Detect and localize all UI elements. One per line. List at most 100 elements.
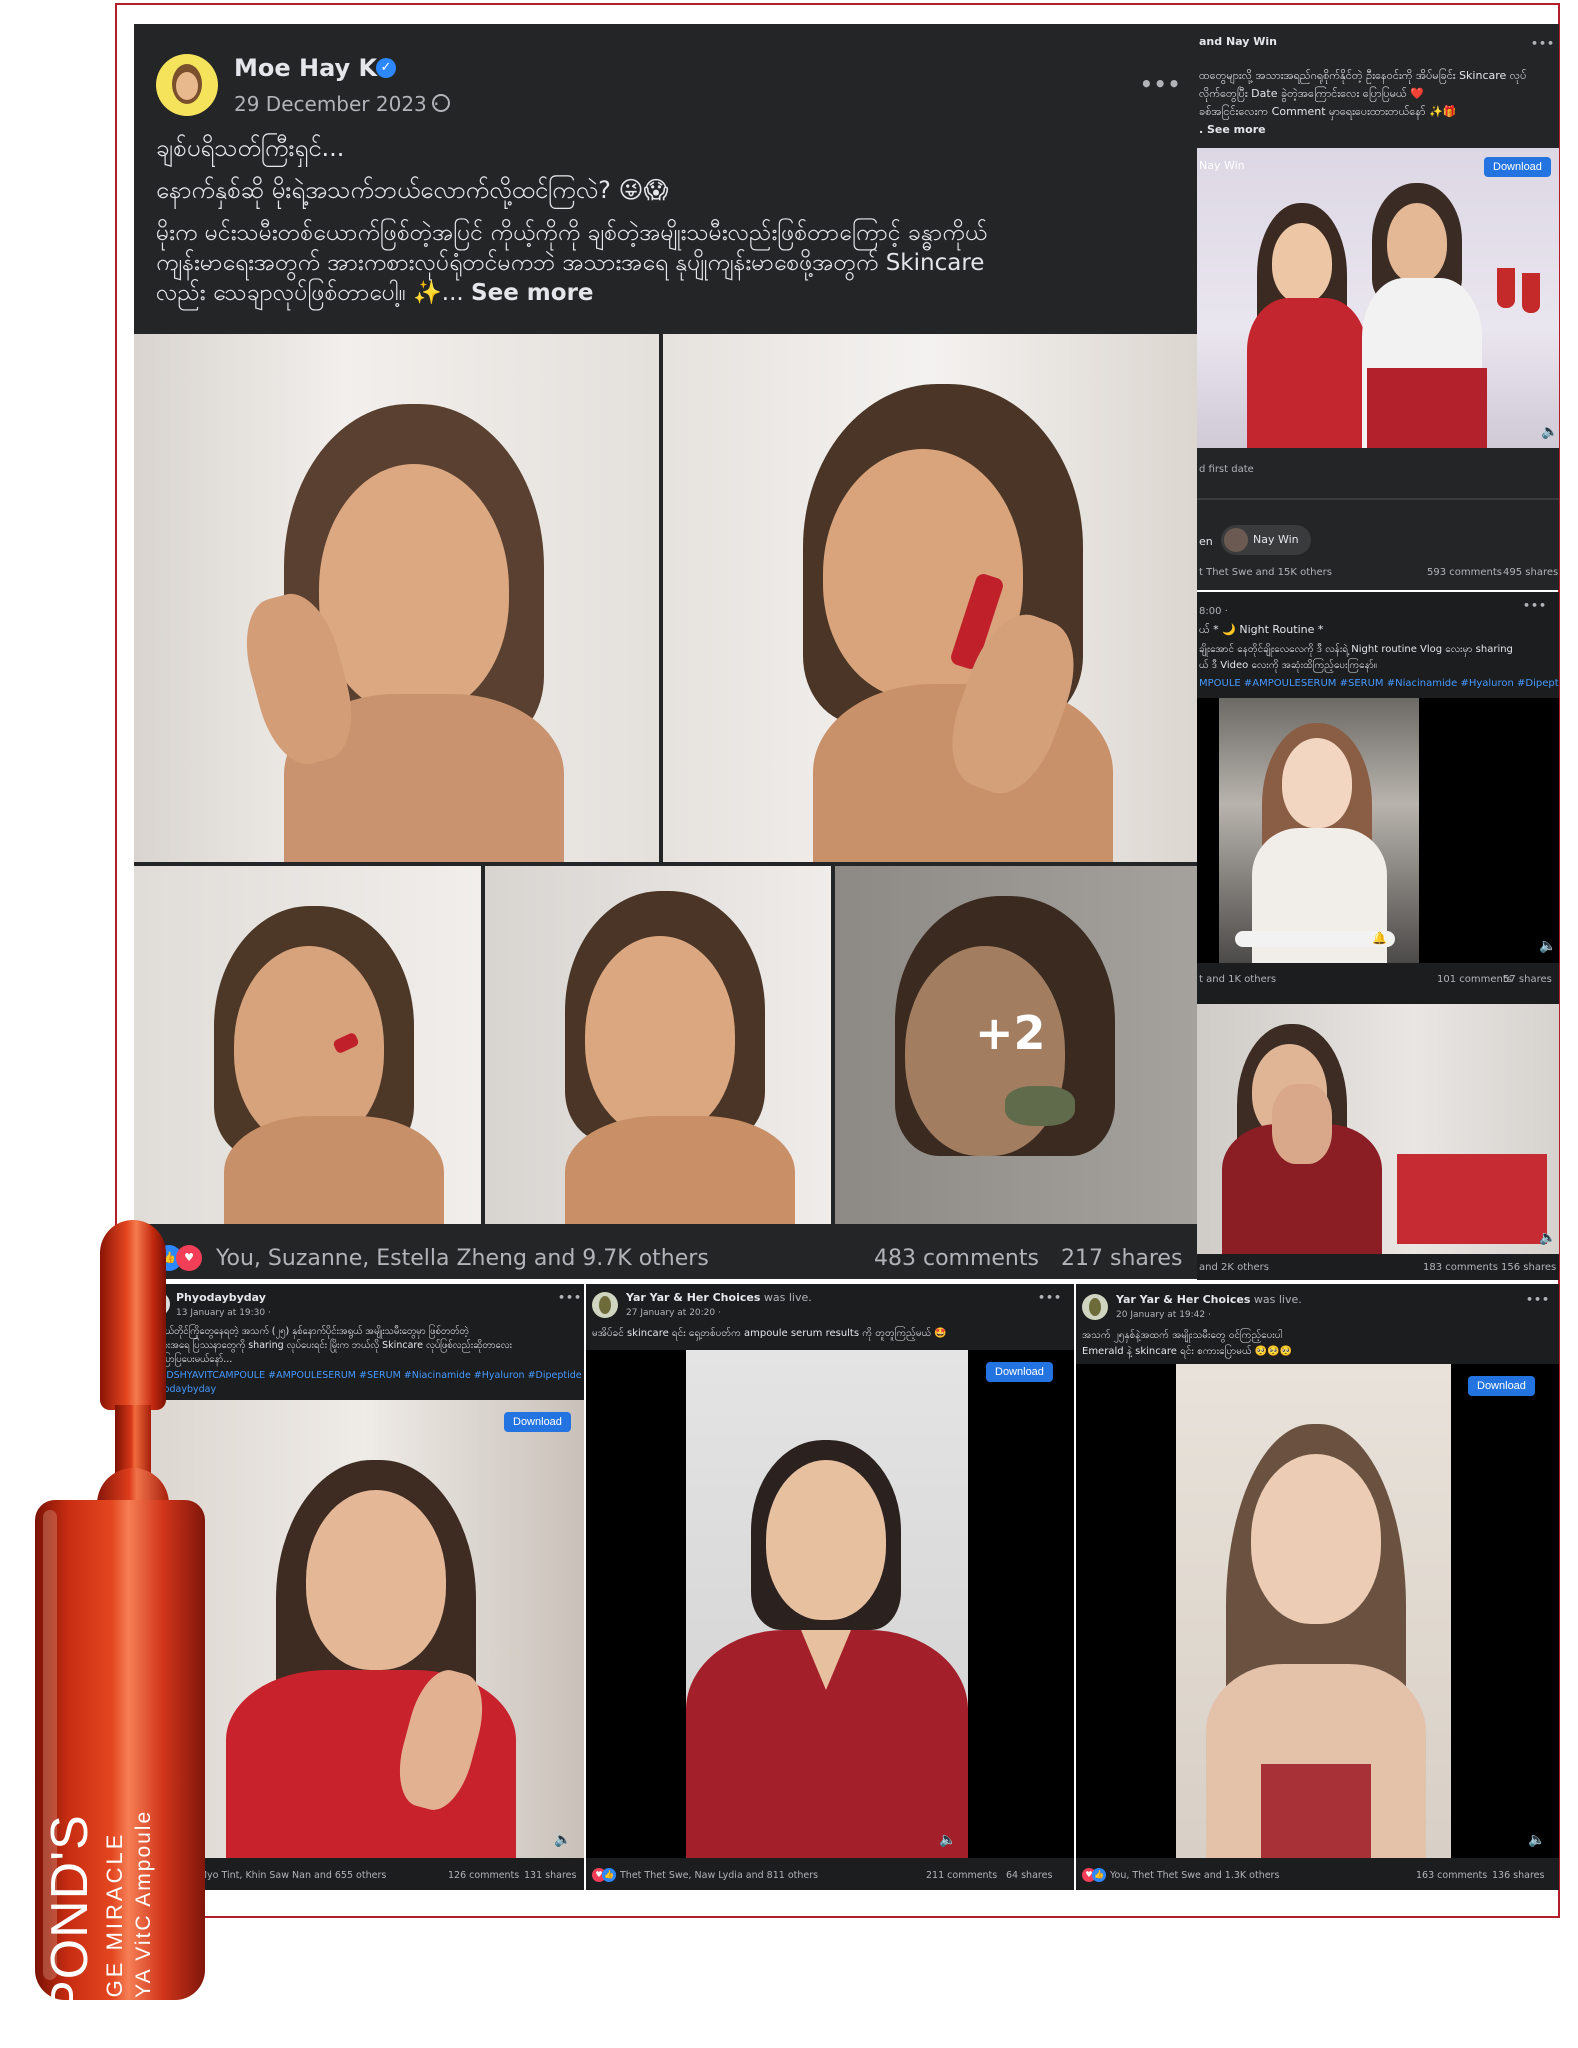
post-text-1: ထတွေများလို့ အသားအရည်ဂရုစိုက်နိုင်တဲ့ ဦး…	[1199, 69, 1527, 82]
download-button[interactable]: Download	[1484, 157, 1551, 177]
photo-5[interactable]: +2	[835, 866, 1197, 1224]
comments-count[interactable]: 483 comments	[874, 1246, 1039, 1271]
mute-icon[interactable]: 🔈	[939, 1832, 956, 1848]
post-text-2: အသားအရေ ပြဿနာတွေကို sharing လုပ်ပေးရင်း …	[146, 1340, 512, 1351]
right-top-reactions: t Thet Swe and 15K others 593 comments 4…	[1197, 556, 1559, 590]
post-text: ချိုးအောင် နေတိုင်ချိုးလေလေကို ဒီ လန်းရဲ…	[1199, 644, 1513, 655]
author-avatar[interactable]	[1082, 1294, 1108, 1320]
photo-1[interactable]	[134, 334, 659, 862]
reaction-summary[interactable]: and 2K others	[1199, 1260, 1269, 1275]
post-text-1: အသက် ၂၅နှစ်နဲ့အထက် အမျိုးသမီးတွေ ဝင်ကြည့…	[1082, 1330, 1283, 1341]
post-menu-button[interactable]: •••	[1531, 36, 1555, 51]
shares-count[interactable]: 136 shares	[1492, 1868, 1544, 1883]
video-caption: d first date	[1199, 464, 1254, 475]
video-thumbnail[interactable]: 🔔 🔈	[1197, 698, 1559, 963]
post-text-line2: နောက်နှစ်ဆို မိုးရဲ့အသက်ဘယ်လောက်လို့ထင်က…	[156, 176, 669, 204]
post-menu-button[interactable]: •••	[558, 1290, 582, 1305]
post-time: 8:00 ·	[1199, 606, 1228, 617]
photo-4[interactable]	[485, 866, 831, 1224]
reaction-summary[interactable]: Thu Myo Tint, Khin Saw Nan and 655 other…	[178, 1868, 386, 1883]
author-name[interactable]: Moe Hay Ko	[234, 54, 393, 82]
mute-icon[interactable]: 🔈	[1539, 1230, 1556, 1246]
product-brand: POND'S	[41, 1814, 99, 2015]
post-c: Yar Yar & Her Choices was live. 20 Janua…	[1076, 1284, 1559, 1890]
shares-count[interactable]: 64 shares	[1006, 1868, 1052, 1883]
post-b: Yar Yar & Her Choices was live. 27 Janua…	[586, 1284, 1074, 1890]
product-ampoule: POND'S AGE MIRACLE HYA VitC Ampoule	[25, 1220, 205, 2020]
tag-name: Nay Win	[1253, 533, 1299, 546]
mute-icon[interactable]: 🔈	[1539, 938, 1556, 954]
author-avatar[interactable]	[156, 54, 218, 116]
more-photos-count[interactable]: +2	[975, 1006, 1046, 1060]
shares-count[interactable]: 495 shares	[1503, 565, 1558, 580]
tag-left: en	[1199, 535, 1213, 548]
post-text-2: ယ် ဒီ Video လေးကို အဆုံးထိကြည့်ပေးကြနော်…	[1199, 660, 1377, 671]
tag-avatar	[1224, 528, 1248, 552]
post-text-line1: ချစ်ပရိသတ်ကြီးရှင်...	[156, 134, 345, 162]
see-more-link[interactable]: . See more	[1199, 122, 1266, 137]
shares-count[interactable]: 131 shares	[524, 1868, 576, 1883]
reaction-summary[interactable]: t and 1K others	[1199, 972, 1276, 987]
photo-3[interactable]	[134, 866, 481, 1224]
like-reaction-icon: 👍	[602, 1868, 616, 1882]
post-menu-button[interactable]: •••	[1526, 1292, 1550, 1307]
like-reaction-icon: 👍	[1092, 1868, 1106, 1882]
reaction-summary[interactable]: t Thet Swe and 15K others	[1199, 565, 1332, 580]
product-label: POND'S AGE MIRACLE HYA VitC Ampoule	[40, 1615, 190, 2015]
comments-count[interactable]: 163 comments	[1416, 1868, 1487, 1883]
post-menu-button[interactable]: •••	[1038, 1290, 1062, 1305]
post-header: and Nay Win	[1199, 35, 1277, 48]
right-post-mid: 8:00 · ••• ယ် * 🌙 Night Routine * ချိုးအ…	[1197, 592, 1559, 1002]
video-thumbnail[interactable]: Download 🔈	[146, 1400, 584, 1858]
post-text: မအိပ်ခင် skincare ရင်း ရှေ့တစ်ပတ်က ampou…	[592, 1328, 947, 1339]
reaction-summary[interactable]: Thet Thet Swe, Naw Lydia and 811 others	[620, 1868, 818, 1883]
author-name[interactable]: Yar Yar & Her Choices was live.	[626, 1290, 812, 1305]
video-thumbnail[interactable]: 🔈	[1197, 1004, 1559, 1254]
post-text-2: Emerald နဲ့ skincare ရင်း စကားပြောမယ် 🥺🥺…	[1082, 1346, 1293, 1357]
post-text-3: ခစ်အငြင်းလေးက Comment မှာရေးပေးထားတယ်နော…	[1199, 105, 1457, 118]
shares-count[interactable]: 217 shares	[1061, 1246, 1182, 1271]
post-date[interactable]: 29 December 2023 ·	[234, 92, 440, 116]
download-button[interactable]: Download	[986, 1362, 1053, 1382]
author-name[interactable]: Yar Yar & Her Choices was live.	[1116, 1292, 1302, 1307]
author-avatar[interactable]	[592, 1292, 618, 1318]
bell-icon[interactable]: 🔔	[1372, 931, 1387, 945]
right-post-low: 🔈 and 2K others 183 comments 156 shares	[1197, 1002, 1559, 1280]
comments-count[interactable]: 126 comments	[448, 1868, 519, 1883]
product-line-1: AGE MIRACLE	[102, 1831, 127, 2015]
post-text-2: လိုက်တွေပြီး Date ခွဲတဲ့အကြောင်းလေး ပြော…	[1199, 87, 1424, 100]
main-post: Moe Hay Ko ✓ 29 December 2023 · ••• ချစ်…	[134, 24, 1197, 1279]
download-button[interactable]: Download	[1468, 1376, 1535, 1396]
download-button[interactable]: Download	[504, 1412, 571, 1432]
comments-count[interactable]: 183 comments	[1423, 1260, 1498, 1275]
post-menu-button[interactable]: •••	[1523, 598, 1547, 613]
comments-count[interactable]: 593 comments	[1427, 565, 1502, 580]
comments-count[interactable]: 211 comments	[926, 1868, 997, 1883]
mute-icon[interactable]: 🔈	[554, 1832, 571, 1848]
post-title: ယ် * 🌙 Night Routine *	[1199, 623, 1324, 636]
video-thumbnail[interactable]: Nay Win Download 🔈	[1197, 148, 1559, 448]
comments-count[interactable]: 101 comments	[1437, 972, 1512, 987]
hashtags[interactable]: PONDSHYAVITCAMPOULE #AMPOULESERUM #SERUM…	[146, 1368, 581, 1383]
see-more-link[interactable]: See more	[471, 280, 593, 306]
shares-count[interactable]: 57 shares	[1503, 972, 1552, 987]
hashtags[interactable]: MPOULE #AMPOULESERUM #SERUM #Niacinamide…	[1199, 676, 1559, 691]
verified-badge-icon: ✓	[376, 58, 396, 78]
post-text-line5: လည်း သေချာလုပ်ဖြစ်တာပေါ့။ ✨...	[156, 280, 464, 306]
reaction-summary[interactable]: You, Thet Thet Swe and 1.3K others	[1110, 1868, 1279, 1883]
mute-icon[interactable]: 🔈	[1528, 1832, 1545, 1848]
reaction-summary[interactable]: You, Suzanne, Estella Zheng and 9.7K oth…	[216, 1246, 709, 1271]
post-date[interactable]: 27 January at 20:20 ·	[626, 1306, 721, 1321]
video-thumbnail[interactable]: Download 🔈	[1076, 1364, 1559, 1858]
post-date[interactable]: 20 January at 19:42 ·	[1116, 1308, 1211, 1323]
post-menu-button[interactable]: •••	[1140, 72, 1181, 96]
photo-2[interactable]	[663, 334, 1197, 862]
product-line-2: HYA VitC Ampoule	[132, 1809, 155, 2015]
shares-count[interactable]: 156 shares	[1501, 1260, 1556, 1275]
video-thumbnail[interactable]: Download 🔈	[586, 1350, 1074, 1858]
post-text-1: မြိုးကိုယ်တိုင်ကြိုတွေနေရတဲ့ အသက် (၂၅) န…	[146, 1326, 469, 1337]
right-post-top: and Nay Win ••• ထတွေများလို့ အသားအရည်ဂရု…	[1197, 24, 1559, 589]
mute-icon[interactable]: 🔈	[1541, 424, 1558, 440]
tag-chip[interactable]: Nay Win	[1221, 525, 1311, 555]
post-text-line3: မိုးက မင်းသမီးတစ်ယောက်ဖြစ်တဲ့အပြင် ကိုယ့…	[156, 220, 988, 246]
